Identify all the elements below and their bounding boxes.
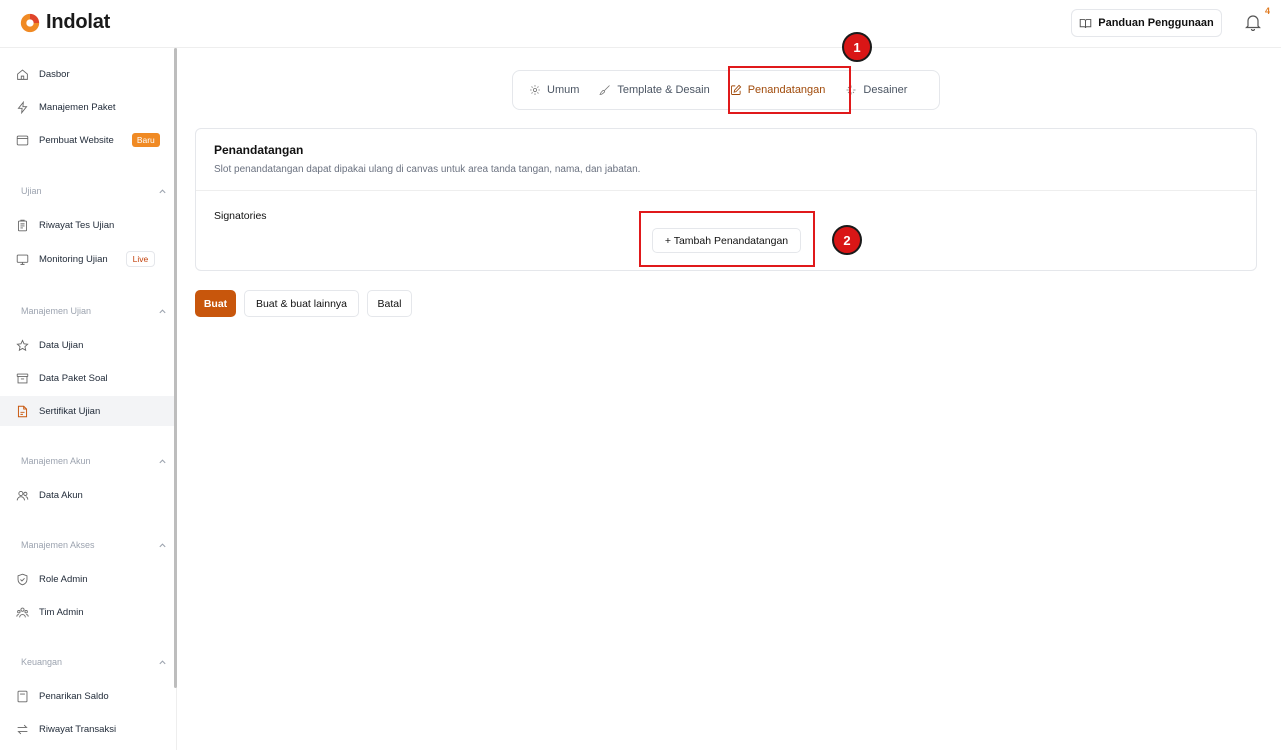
sidebar-item-label: Data Ujian (39, 339, 84, 351)
monitor-icon (16, 254, 29, 265)
document-icon (17, 405, 28, 417)
section-label: Keuangan (21, 657, 63, 667)
user-guide-label: Panduan Penggunaan (1098, 17, 1214, 29)
sidebar-item-label: Penarikan Saldo (39, 690, 109, 702)
sidebar-scrollbar[interactable] (174, 48, 177, 688)
sidebar-item-label: Data Akun (39, 489, 83, 501)
wallet-icon (17, 690, 28, 702)
sidebar-item-data-akun[interactable]: Data Akun (0, 480, 174, 510)
chevron-up-icon (159, 188, 166, 193)
book-icon (1079, 18, 1092, 28)
tab-label: Template & Desain (617, 84, 710, 96)
chevron-up-icon (159, 542, 166, 547)
section-label: Manajemen Akun (21, 456, 91, 466)
section-label: Manajemen Akses (21, 540, 95, 550)
sidebar-item-label: Dasbor (39, 68, 70, 80)
section-label: Ujian (21, 186, 42, 196)
sidebar-item-label: Monitoring Ujian (39, 253, 108, 265)
section-manajemen-ujian[interactable]: Manajemen Ujian (21, 306, 167, 316)
signatories-label: Signatories (214, 210, 267, 222)
lightning-icon (17, 100, 28, 114)
star-icon (16, 338, 29, 351)
user-guide-button[interactable]: Panduan Penggunaan (1071, 9, 1222, 37)
form-tabs: Umum Template & Desain Penandatangan Des… (512, 70, 940, 110)
sidebar-item-data-ujian[interactable]: Data Ujian (0, 330, 174, 360)
highlight-box-1 (728, 66, 851, 114)
top-bar: Indolat Panduan Penggunaan 4 (0, 0, 1281, 48)
step-marker-1: 1 (842, 32, 872, 62)
tab-template-desain[interactable]: Template & Desain (589, 70, 719, 110)
sidebar-item-data-paket-soal[interactable]: Data Paket Soal (0, 363, 174, 393)
sidebar-item-tim-admin[interactable]: Tim Admin (0, 597, 174, 627)
transfer-icon (17, 724, 28, 734)
sidebar-item-label: Riwayat Transaksi (39, 723, 117, 735)
highlight-box-2 (639, 211, 815, 267)
brush-icon (599, 85, 611, 95)
team-icon (16, 607, 29, 617)
sidebar-item-label: Pembuat Website (39, 134, 114, 146)
sidebar-item-monitoring[interactable]: Monitoring Ujian Live (0, 244, 174, 274)
section-manajemen-akses[interactable]: Manajemen Akses (21, 540, 167, 550)
sidebar-item-label: Data Paket Soal (39, 372, 108, 384)
home-icon (17, 68, 28, 80)
new-badge: Baru (131, 133, 160, 147)
section-ujian[interactable]: Ujian (21, 186, 167, 196)
archive-icon (16, 373, 29, 383)
shield-check-icon (17, 573, 28, 585)
sidebar-item-riwayat-tes[interactable]: Riwayat Tes Ujian (0, 210, 174, 240)
tab-umum[interactable]: Umum (519, 70, 589, 110)
sidebar-item-label: Role Admin (39, 573, 88, 585)
chevron-up-icon (159, 659, 166, 664)
sidebar-item-sertifikat[interactable]: Sertifikat Ujian (0, 396, 174, 426)
notification-count: 4 (1265, 6, 1271, 16)
sidebar-item-label: Sertifikat Ujian (39, 405, 101, 417)
tab-label: Desainer (863, 84, 908, 96)
chevron-up-icon (159, 458, 166, 463)
card-description: Slot penandatangan dapat dipakai ulang d… (214, 164, 641, 175)
cancel-button[interactable]: Batal (367, 290, 412, 317)
bell-icon[interactable] (1245, 13, 1261, 31)
sidebar-item-label: Riwayat Tes Ujian (39, 219, 115, 231)
section-label: Manajemen Ujian (21, 306, 92, 316)
users-icon (16, 490, 29, 500)
sidebar-item-role-admin[interactable]: Role Admin (0, 564, 174, 594)
card-title: Penandatangan (214, 143, 304, 157)
divider (196, 190, 1256, 191)
chevron-up-icon (159, 308, 166, 313)
logo-icon (20, 13, 40, 32)
sidebar-item-penarikan-saldo[interactable]: Penarikan Saldo (0, 681, 174, 711)
create-and-more-button[interactable]: Buat & buat lainnya (244, 290, 359, 317)
tab-label: Umum (547, 84, 580, 96)
sidebar-item-pembuat-website[interactable]: Pembuat Website Baru (0, 125, 174, 155)
sidebar-item-label: Manajemen Paket (39, 101, 116, 113)
live-badge: Live (125, 251, 156, 267)
logo-text: Indolat (46, 11, 111, 33)
create-button[interactable]: Buat (195, 290, 236, 317)
section-keuangan[interactable]: Keuangan (21, 657, 167, 667)
section-manajemen-akun[interactable]: Manajemen Akun (21, 456, 167, 466)
gear-icon (530, 85, 540, 95)
sidebar-item-label: Tim Admin (39, 606, 84, 618)
sidebar-item-dasbor[interactable]: Dasbor (0, 59, 174, 89)
clipboard-icon (17, 219, 28, 231)
step-marker-2: 2 (832, 225, 862, 255)
sidebar-item-manajemen-paket[interactable]: Manajemen Paket (0, 92, 174, 122)
logo[interactable]: Indolat (19, 11, 110, 34)
sidebar-item-riwayat-transaksi[interactable]: Riwayat Transaksi (0, 714, 174, 744)
browser-icon (16, 135, 29, 145)
